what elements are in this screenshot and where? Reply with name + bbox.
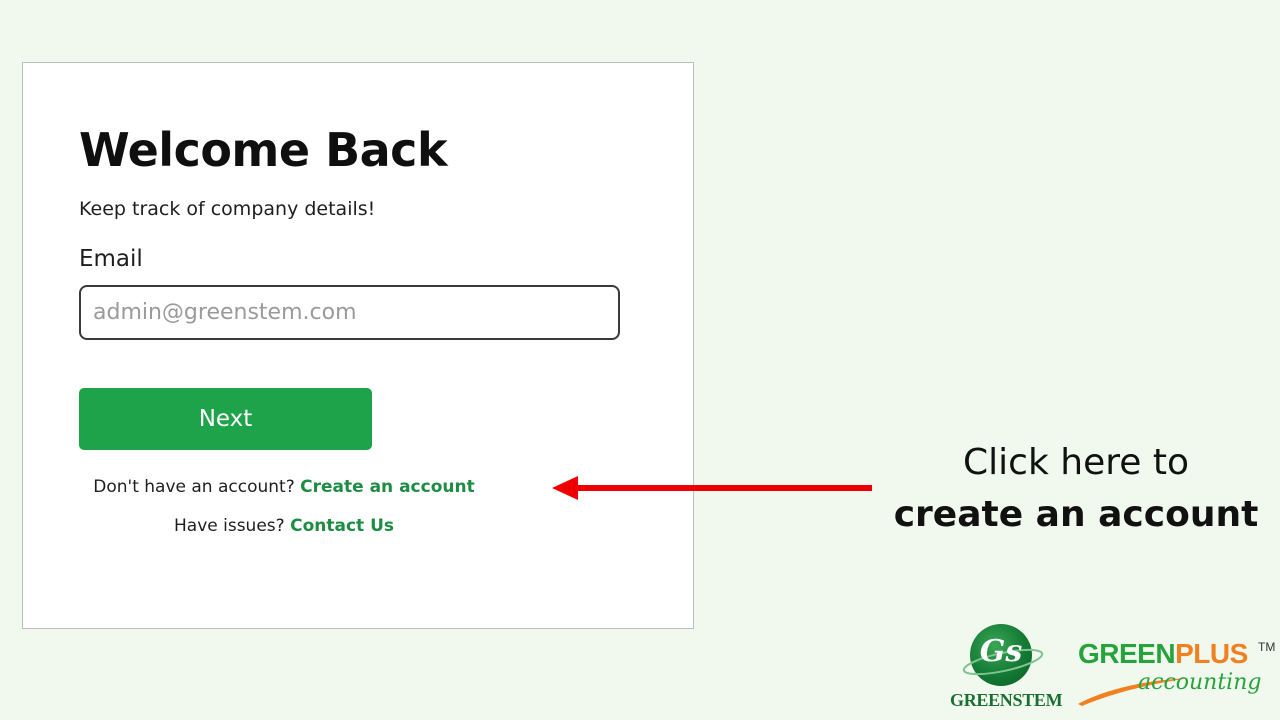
callout-line1: Click here to: [963, 442, 1189, 483]
greenplus-logo: GREENPLUS TM accounting: [1074, 636, 1280, 714]
greenstem-logo: Gs GREENSTEM: [950, 620, 1063, 716]
contact-prompt: Have issues?: [174, 516, 285, 536]
greenstem-monogram: Gs: [979, 634, 1023, 669]
login-card: Welcome Back Keep track of company detai…: [22, 62, 694, 629]
page-subtitle: Keep track of company details!: [79, 198, 376, 220]
callout: Click here to create an account: [888, 437, 1264, 541]
trademark-mark: TM: [1258, 640, 1276, 654]
greenplus-accounting-text: accounting: [1138, 670, 1262, 695]
page-title: Welcome Back: [79, 123, 448, 177]
next-button[interactable]: Next: [79, 388, 372, 450]
email-label: Email: [79, 246, 143, 272]
greenplus-wordmark: GREENPLUS: [1078, 638, 1248, 670]
contact-line: Have issues? Contact Us: [79, 516, 489, 536]
email-input[interactable]: [79, 285, 620, 340]
greenplus-plus-text: PLUS: [1175, 638, 1248, 669]
callout-line2: create an account: [893, 494, 1259, 535]
greenstem-wordmark: GREENSTEM: [950, 690, 1063, 710]
create-account-line: Don't have an account? Create an account: [79, 477, 489, 497]
create-account-link[interactable]: Create an account: [300, 477, 475, 497]
create-account-prompt: Don't have an account?: [93, 477, 295, 497]
contact-us-link[interactable]: Contact Us: [290, 516, 394, 536]
arrow-left-icon: [552, 476, 872, 500]
greenplus-green-text: GREEN: [1078, 638, 1176, 669]
